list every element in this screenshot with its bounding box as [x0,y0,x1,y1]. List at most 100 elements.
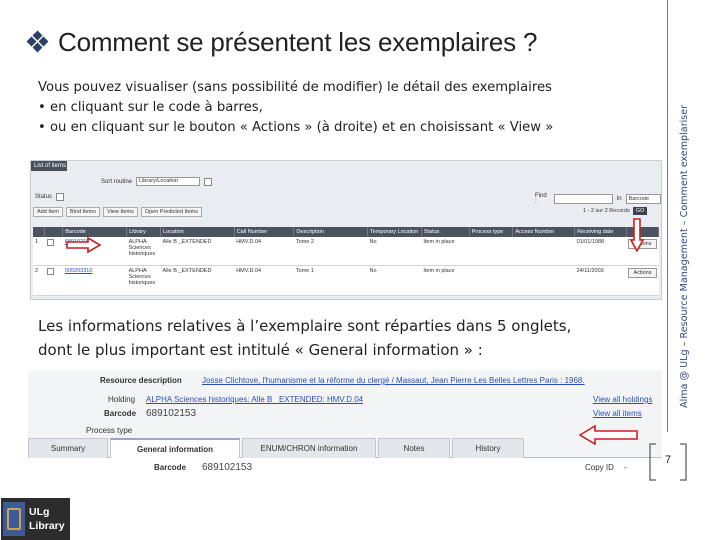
view-items-button[interactable]: View Items [103,207,138,217]
sort-checkbox[interactable] [204,177,213,186]
description-cell: Tome 2 [293,237,368,266]
col-status[interactable]: Status [421,227,470,237]
tab-general-information[interactable]: General information [110,438,240,458]
bullet-barcode: • en cliquant sur le code à barres, [38,100,263,115]
logo-emblem-icon [3,502,25,536]
resource-label: Resource description [100,376,182,385]
logo-line-2: Library [29,520,65,532]
row-checkbox[interactable] [46,239,54,246]
para-line-2: dont le plus important est intitulé « Ge… [38,341,483,359]
items-table-header: Barcode Library Location Call Number Des… [33,227,660,237]
temp-location-cell: No [367,237,422,266]
slide-title-text: Comment se présentent les exemplaires ? [58,26,538,57]
in-label: In [616,196,622,202]
tabs-explanation: Les informations relatives à l’exemplair… [38,314,658,362]
col-call-number[interactable]: Call Number [234,227,295,237]
items-list-screenshot: List of items Sort routine Library/Locat… [30,160,662,300]
access-number-cell [512,237,575,266]
side-caption: Alma @ ULg – Resource Management – Comme… [679,104,690,408]
items-list-tab[interactable]: List of items [31,161,67,171]
location-cell: Alle B _EXTENDED [160,265,235,296]
process-type-label: Process type [86,426,133,435]
row-checkbox[interactable] [46,267,54,275]
find-field-select[interactable]: Barcode [625,194,661,204]
copy-id-value: - [624,463,627,472]
record-count: 1 - 2 sur 2 Records [583,208,630,214]
receiving-date-cell: 01/01/1988 [574,237,627,266]
col-process-type[interactable]: Process type [469,227,514,237]
resource-link[interactable]: Josse Clichtove, l'humanisme et la réfor… [202,376,585,385]
barcode-value: 689102153 [146,408,197,419]
col-location[interactable]: Location [160,227,235,237]
row-number: 1 [33,237,45,266]
bind-items-button[interactable]: Bind Items [66,207,100,217]
process-type-cell [469,265,513,296]
add-item-button[interactable]: Add Item [33,207,64,217]
logo-line-1: ULg [29,506,50,518]
table-row: 1 689102153 ALPHA Sciences historiques A… [33,237,659,266]
general-info-row: Barcode 689102153 Copy ID - [28,458,662,480]
copy-id-label: Copy ID [585,463,614,472]
item-detail-screenshot: Resource description Josse Clichtove, l'… [28,370,662,480]
col-access-number[interactable]: Access Number [512,227,576,237]
description-cell: Tome 1 [293,265,368,296]
temp-location-cell: No [367,265,422,296]
tab-summary[interactable]: Summary [28,438,108,458]
field-barcode-value: 689102153 [202,462,253,473]
col-select [44,227,64,237]
status-checkbox[interactable] [56,193,65,201]
item-tabs: Summary General information ENUM/CHRON i… [28,438,662,458]
holding-link[interactable]: ALPHA Sciences historiques: Alle B _EXTE… [146,395,363,404]
view-all-holdings-link[interactable]: View all holdings [593,395,652,404]
slide-title: Comment se présentent les exemplaires ? [26,24,538,60]
barcode-label: Barcode [104,409,137,418]
intro-line: Vous pouvez visualiser (sans possibilité… [38,80,552,95]
status-filter: Status [35,193,65,201]
col-description[interactable]: Description [293,227,369,237]
item-actions-toolbar: Add Item Bind Items View Items Open Pred… [33,207,202,217]
side-divider [667,0,668,432]
col-receiving-date[interactable]: Receiving date [574,227,627,237]
tab-notes[interactable]: Notes [378,438,450,458]
call-number-cell: HMV.D.04 [234,265,294,296]
process-type-cell [469,237,513,266]
holding-label: Holding [108,395,136,404]
page-number: 7 [664,454,672,466]
items-table: Barcode Library Location Call Number Des… [33,227,660,296]
find-label: Find : [535,193,547,205]
arrow-right-icon [66,237,102,253]
view-all-items-link[interactable]: View all items [593,409,642,418]
row-checkbox-cell [44,237,63,266]
find-bar: Find : In Barcode [535,193,661,205]
call-number-cell: HMV.D.04 [234,237,294,266]
row-number: 2 [33,265,45,296]
tab-enum-chron-information[interactable]: ENUM/CHRON information [242,438,376,458]
tab-history[interactable]: History [452,438,524,458]
location-cell: Alle B _EXTENDED [160,237,235,266]
row-checkbox-cell [44,265,63,296]
status-label: Status [35,194,53,200]
barcode-link[interactable]: 005203310 [62,265,127,296]
arrow-left-icon [579,425,638,445]
pager: 1 - 2 sur 2 Records GO [583,207,648,215]
actions-button[interactable]: Actions [628,267,657,278]
col-barcode[interactable]: Barcode [62,227,128,237]
table-row: 2 005203310 ALPHA Sciences historiques A… [33,265,659,296]
col-temp-location[interactable]: Temporary Location [367,227,422,237]
sort-label: Sort routine [101,178,133,185]
go-button[interactable]: GO [632,207,648,215]
open-predicted-items-button[interactable]: Open Predicted Items [140,207,202,217]
arrow-down-icon [630,218,644,252]
ulg-library-logo: ULg Library [1,498,70,540]
find-input[interactable] [553,194,613,204]
library-cell: ALPHA Sciences historiques [126,265,161,296]
bullet-actions: • ou en cliquant sur le bouton « Actions… [38,120,554,135]
receiving-date-cell: 24/11/2003 [574,265,627,296]
col-library[interactable]: Library [126,227,162,237]
actions-cell: Actions [626,265,659,296]
access-number-cell [512,265,575,296]
para-line-1: Les informations relatives à l’exemplair… [38,317,572,335]
diamond-bullet-icon [26,30,49,53]
sort-select[interactable]: Library/Location [136,177,201,186]
status-cell: Item in place [421,265,470,296]
